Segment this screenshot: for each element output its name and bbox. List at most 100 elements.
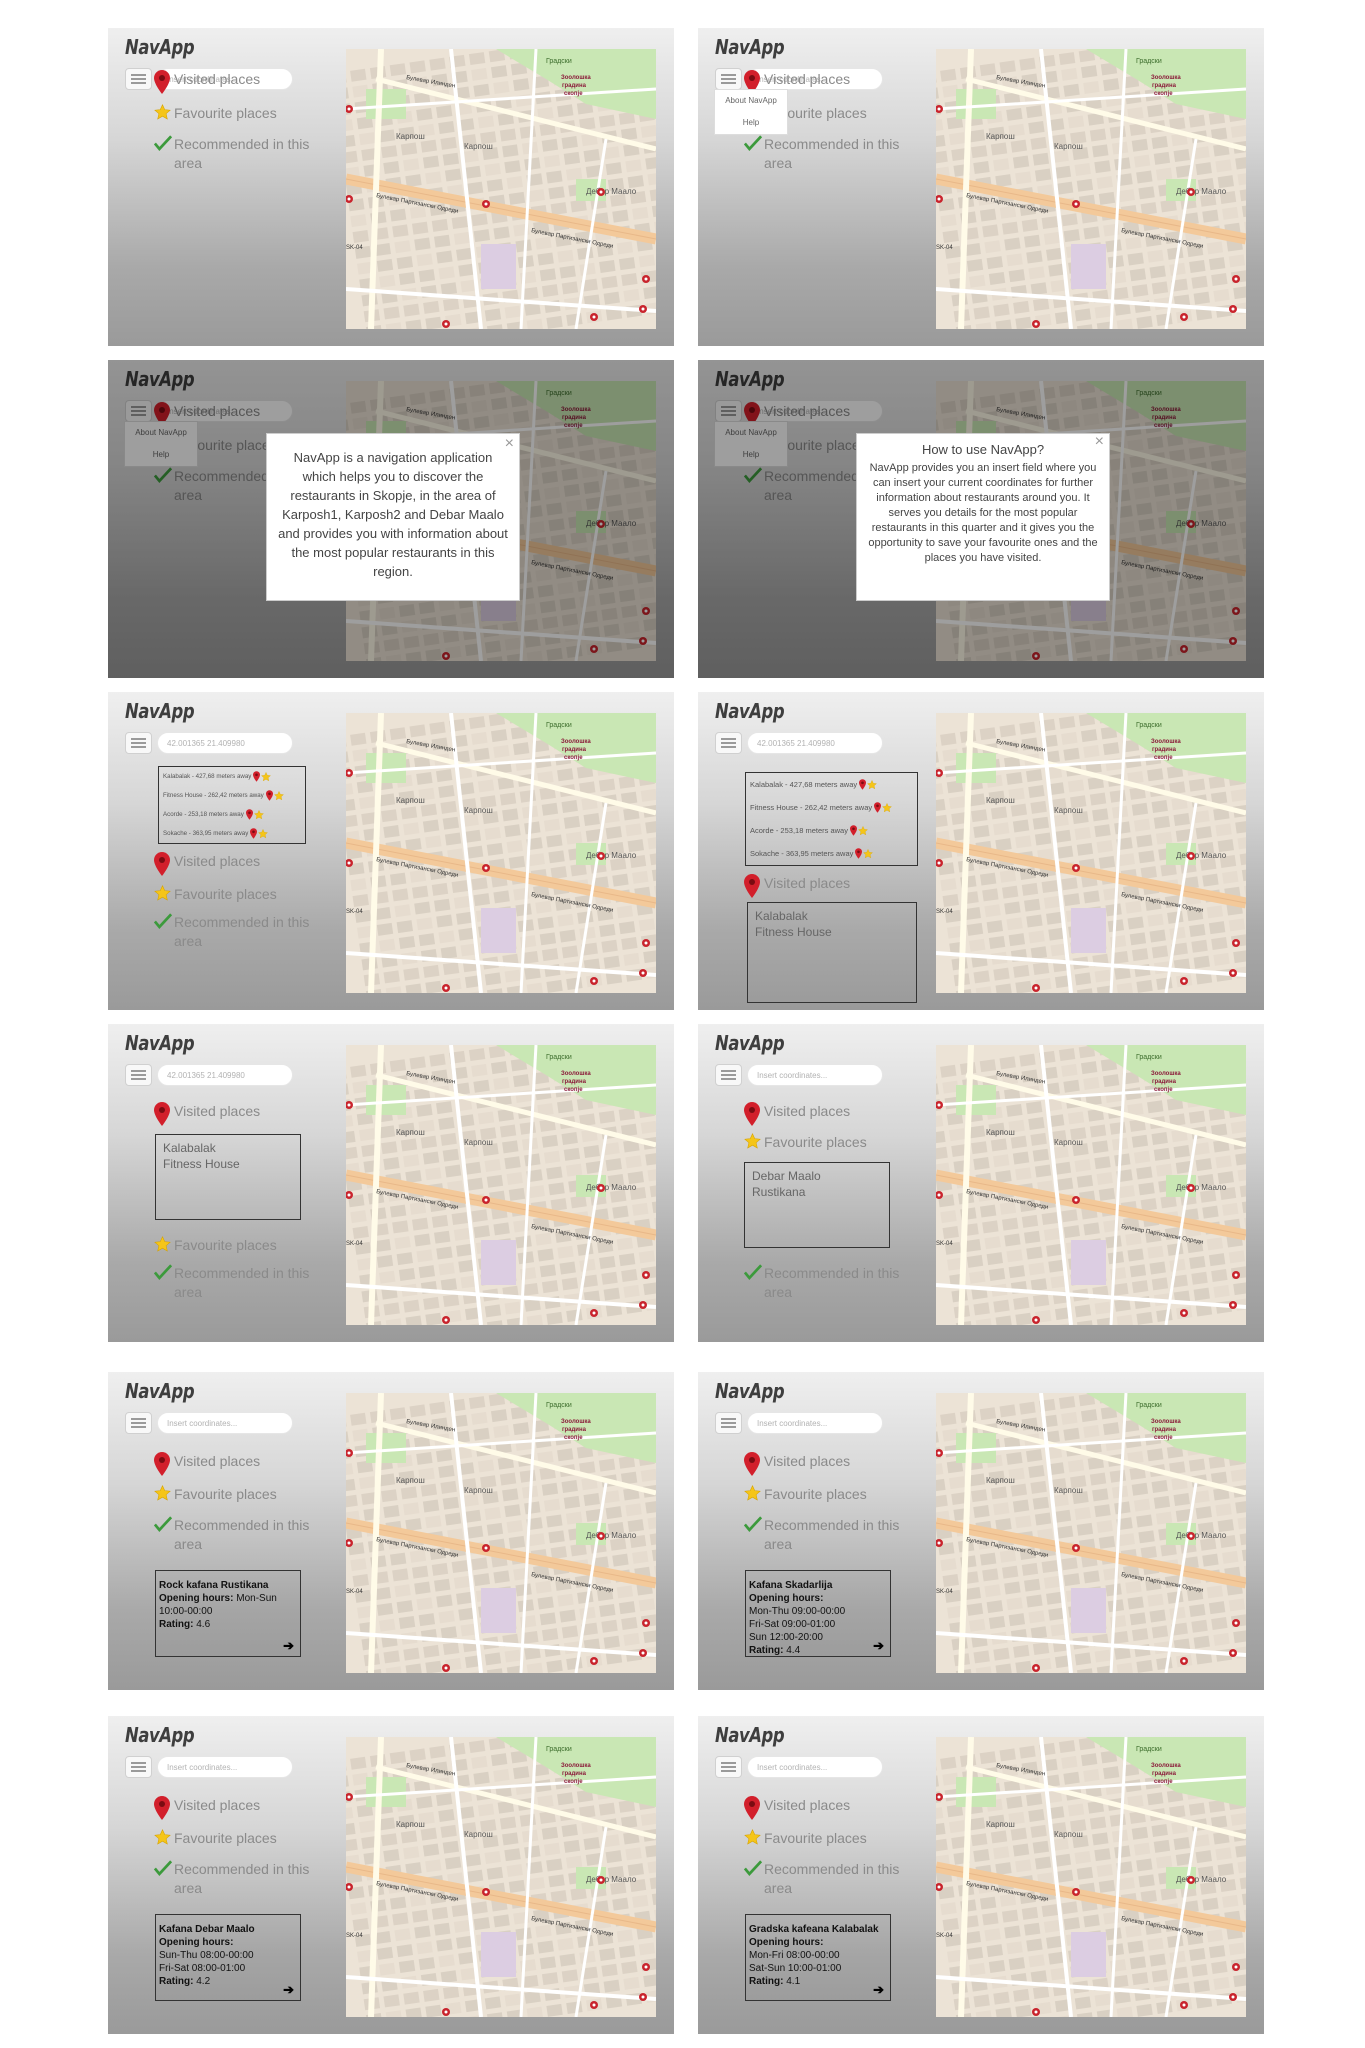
map-label: Дебар Маало — [586, 1531, 637, 1540]
nav-recommended-label-2: area — [174, 933, 203, 949]
nav-visited[interactable]: Visited places — [744, 1102, 850, 1126]
close-icon[interactable]: × — [505, 434, 514, 453]
nearby-item[interactable]: Kalabalak - 427,68 meters away — [159, 767, 305, 786]
nearby-item[interactable]: Acorde - 253,18 meters away — [159, 805, 305, 824]
nav-recommended[interactable]: Recommended in this area — [154, 1860, 309, 1898]
nav-favourite[interactable]: Favourite places — [154, 1829, 277, 1848]
hamburger-menu-button[interactable] — [125, 1756, 152, 1778]
nav-favourite[interactable]: Favourite places — [744, 1133, 867, 1152]
map-view[interactable]: Градски Зоолошка градина скопје Булевар Илин… — [936, 713, 1246, 993]
map-view[interactable]: Градски Зоолошка градина скопје Булевар Илин… — [346, 1393, 656, 1673]
nav-visited[interactable]: Visited places — [154, 1452, 260, 1476]
nav-visited[interactable]: Visited places — [154, 1102, 260, 1126]
map-label: Дебар Маало — [1176, 1183, 1227, 1192]
map-view[interactable]: Градски Зоолошка градина скопје Булевар Илин… — [346, 1045, 656, 1325]
coordinates-input[interactable]: 42.001365 21.409980 — [157, 1064, 293, 1086]
map-image[interactable]: ГрадскиЗоолошкаградинаскопјеБулевар Илин… — [936, 713, 1246, 993]
nav-favourite[interactable]: Favourite places — [154, 885, 277, 904]
map-image[interactable]: ГрадскиЗоолошкаградинаскопјеБулевар Илин… — [936, 1737, 1246, 2017]
map-label: Дебар Маало — [1176, 187, 1227, 196]
star-icon — [744, 1485, 761, 1501]
nav-visited[interactable]: Visited places — [154, 852, 260, 876]
nav-recommended[interactable]: Recommended in this area — [744, 1264, 899, 1302]
nearby-item[interactable]: Fitness House - 262,42 meters away — [159, 786, 305, 805]
map-image[interactable]: ГрадскиЗоолошкаградинаскопјеБулевар Илин… — [346, 713, 656, 993]
hamburger-menu-button[interactable] — [125, 1064, 152, 1086]
nav-recommended[interactable]: Recommended in this area — [744, 1860, 899, 1898]
saved-places-box: Kalabalak Fitness House — [155, 1134, 301, 1220]
hamburger-menu-button[interactable] — [715, 1064, 742, 1086]
nearby-item[interactable]: Sokache - 363,95 meters away — [159, 824, 305, 843]
saved-place-item[interactable]: Kalabalak — [163, 1140, 293, 1156]
nav-recommended[interactable]: Recommended in this area — [154, 1264, 309, 1302]
coordinates-input[interactable]: 42.001365 21.409980 — [747, 732, 883, 754]
saved-place-item[interactable]: Rustikana — [752, 1184, 882, 1200]
nav-visited[interactable]: Visited places — [744, 874, 850, 898]
nav-favourite[interactable]: Favourite places — [744, 1829, 867, 1848]
app-screen: Градски Зоолошка градина скопје Булевар Илин… — [108, 28, 674, 346]
map-view[interactable]: Градски Зоолошка градина скопје Булевар Илин… — [346, 49, 656, 329]
map-image[interactable]: ГрадскиЗоолошкаградинаскопјеБулевар Илин… — [936, 49, 1246, 329]
nav-favourite[interactable]: Favourite places — [154, 1485, 277, 1504]
nav-visited[interactable]: Visited places — [154, 70, 260, 94]
saved-place-item[interactable]: Debar Maalo — [752, 1168, 882, 1184]
nav-visited[interactable]: Visited places — [154, 1796, 260, 1820]
nearby-item[interactable]: Kalabalak - 427,68 meters away — [746, 773, 917, 796]
map-view[interactable]: Градски Зоолошка градина скопје Булевар Илин… — [936, 1045, 1246, 1325]
map-pin-icon — [154, 1102, 170, 1126]
nav-favourite[interactable]: Favourite places — [154, 104, 277, 123]
coordinates-input[interactable]: Insert coordinates... — [747, 1064, 883, 1086]
nav-visited[interactable]: Visited places — [744, 1452, 850, 1476]
map-image[interactable]: ГрадскиЗоолошкаградинаскопјеБулевар Илин… — [346, 49, 656, 329]
nav-favourite-label: Favourite places — [174, 886, 277, 902]
map-image[interactable]: ГрадскиЗоолошкаградинаскопјеБулевар Илин… — [346, 1045, 656, 1325]
map-image[interactable]: ГрадскиЗоолошкаградинаскопјеБулевар Илин… — [936, 1045, 1246, 1325]
map-view[interactable]: Градски Зоолошка градина скопје Булевар Илин… — [346, 1737, 656, 2017]
map-label: Карпош — [1054, 1486, 1083, 1495]
hamburger-menu-button[interactable] — [125, 732, 152, 754]
nav-favourite[interactable]: Favourite places — [744, 1485, 867, 1504]
map-view[interactable]: Градски Зоолошка градина скопје Булевар Илин… — [936, 49, 1246, 329]
nearby-item[interactable]: Acorde - 253,18 meters away — [746, 819, 917, 842]
coordinates-input[interactable]: Insert coordinates... — [747, 1756, 883, 1778]
map-view[interactable]: Градски Зоолошка градина скопје Булевар Илин… — [346, 713, 656, 993]
coordinates-input[interactable]: Insert coordinates... — [747, 1412, 883, 1434]
map-label: градина — [562, 83, 587, 89]
menu-item-help[interactable]: Help — [715, 112, 787, 134]
coordinates-input[interactable]: 42.001365 21.409980 — [157, 732, 293, 754]
map-view[interactable]: Градски Зоолошка градина скопје Булевар Илин… — [936, 1737, 1246, 2017]
saved-place-item[interactable]: Fitness House — [163, 1156, 293, 1172]
map-image[interactable]: ГрадскиЗоолошкаградинаскопјеБулевар Илин… — [346, 1737, 656, 2017]
map-view[interactable]: Градски Зоолошка градина скопје Булевар Илин… — [936, 1393, 1246, 1673]
next-arrow-icon[interactable]: ➔ — [873, 1983, 884, 1996]
nav-recommended[interactable]: Recommended in this area — [154, 913, 309, 951]
next-arrow-icon[interactable]: ➔ — [283, 1983, 294, 1996]
menu-item-about[interactable]: About NavApp — [715, 90, 787, 112]
nav-recommended[interactable]: Recommended in this area — [744, 135, 899, 173]
restaurant-info-card: Rock kafana Rustikana Opening hours: Mon… — [155, 1570, 301, 1657]
hamburger-menu-button[interactable] — [125, 68, 152, 90]
hamburger-menu-button[interactable] — [715, 732, 742, 754]
hamburger-menu-button[interactable] — [125, 1412, 152, 1434]
coordinates-input[interactable]: Insert coordinates... — [157, 1412, 293, 1434]
next-arrow-icon[interactable]: ➔ — [873, 1639, 884, 1652]
hamburger-menu-button[interactable] — [715, 1756, 742, 1778]
nearby-item[interactable]: Sokache - 363,95 meters away — [746, 842, 917, 865]
nav-recommended[interactable]: Recommended in this area — [154, 1516, 309, 1554]
close-icon[interactable]: × — [1095, 434, 1104, 450]
saved-place-item[interactable]: Fitness House — [755, 924, 909, 940]
map-image[interactable]: ГрадскиЗоолошкаградинаскопјеБулевар Илин… — [936, 1393, 1246, 1673]
hamburger-menu-button[interactable] — [715, 68, 742, 90]
nav-recommended[interactable]: Recommended in this area — [154, 135, 309, 173]
check-icon — [154, 1516, 172, 1532]
nav-favourite[interactable]: Favourite places — [154, 1236, 277, 1255]
nav-visited[interactable]: Visited places — [744, 1796, 850, 1820]
map-image[interactable]: ГрадскиЗоолошкаградинаскопјеБулевар Илин… — [346, 1393, 656, 1673]
next-arrow-icon[interactable]: ➔ — [283, 1639, 294, 1652]
coordinates-input[interactable]: Insert coordinates... — [157, 1756, 293, 1778]
nav-recommended[interactable]: Recommended in this area — [744, 1516, 899, 1554]
nearby-item[interactable]: Fitness House - 262,42 meters away — [746, 796, 917, 819]
saved-place-item[interactable]: Kalabalak — [755, 908, 909, 924]
map-label: Дебар Маало — [586, 1183, 637, 1192]
hamburger-menu-button[interactable] — [715, 1412, 742, 1434]
